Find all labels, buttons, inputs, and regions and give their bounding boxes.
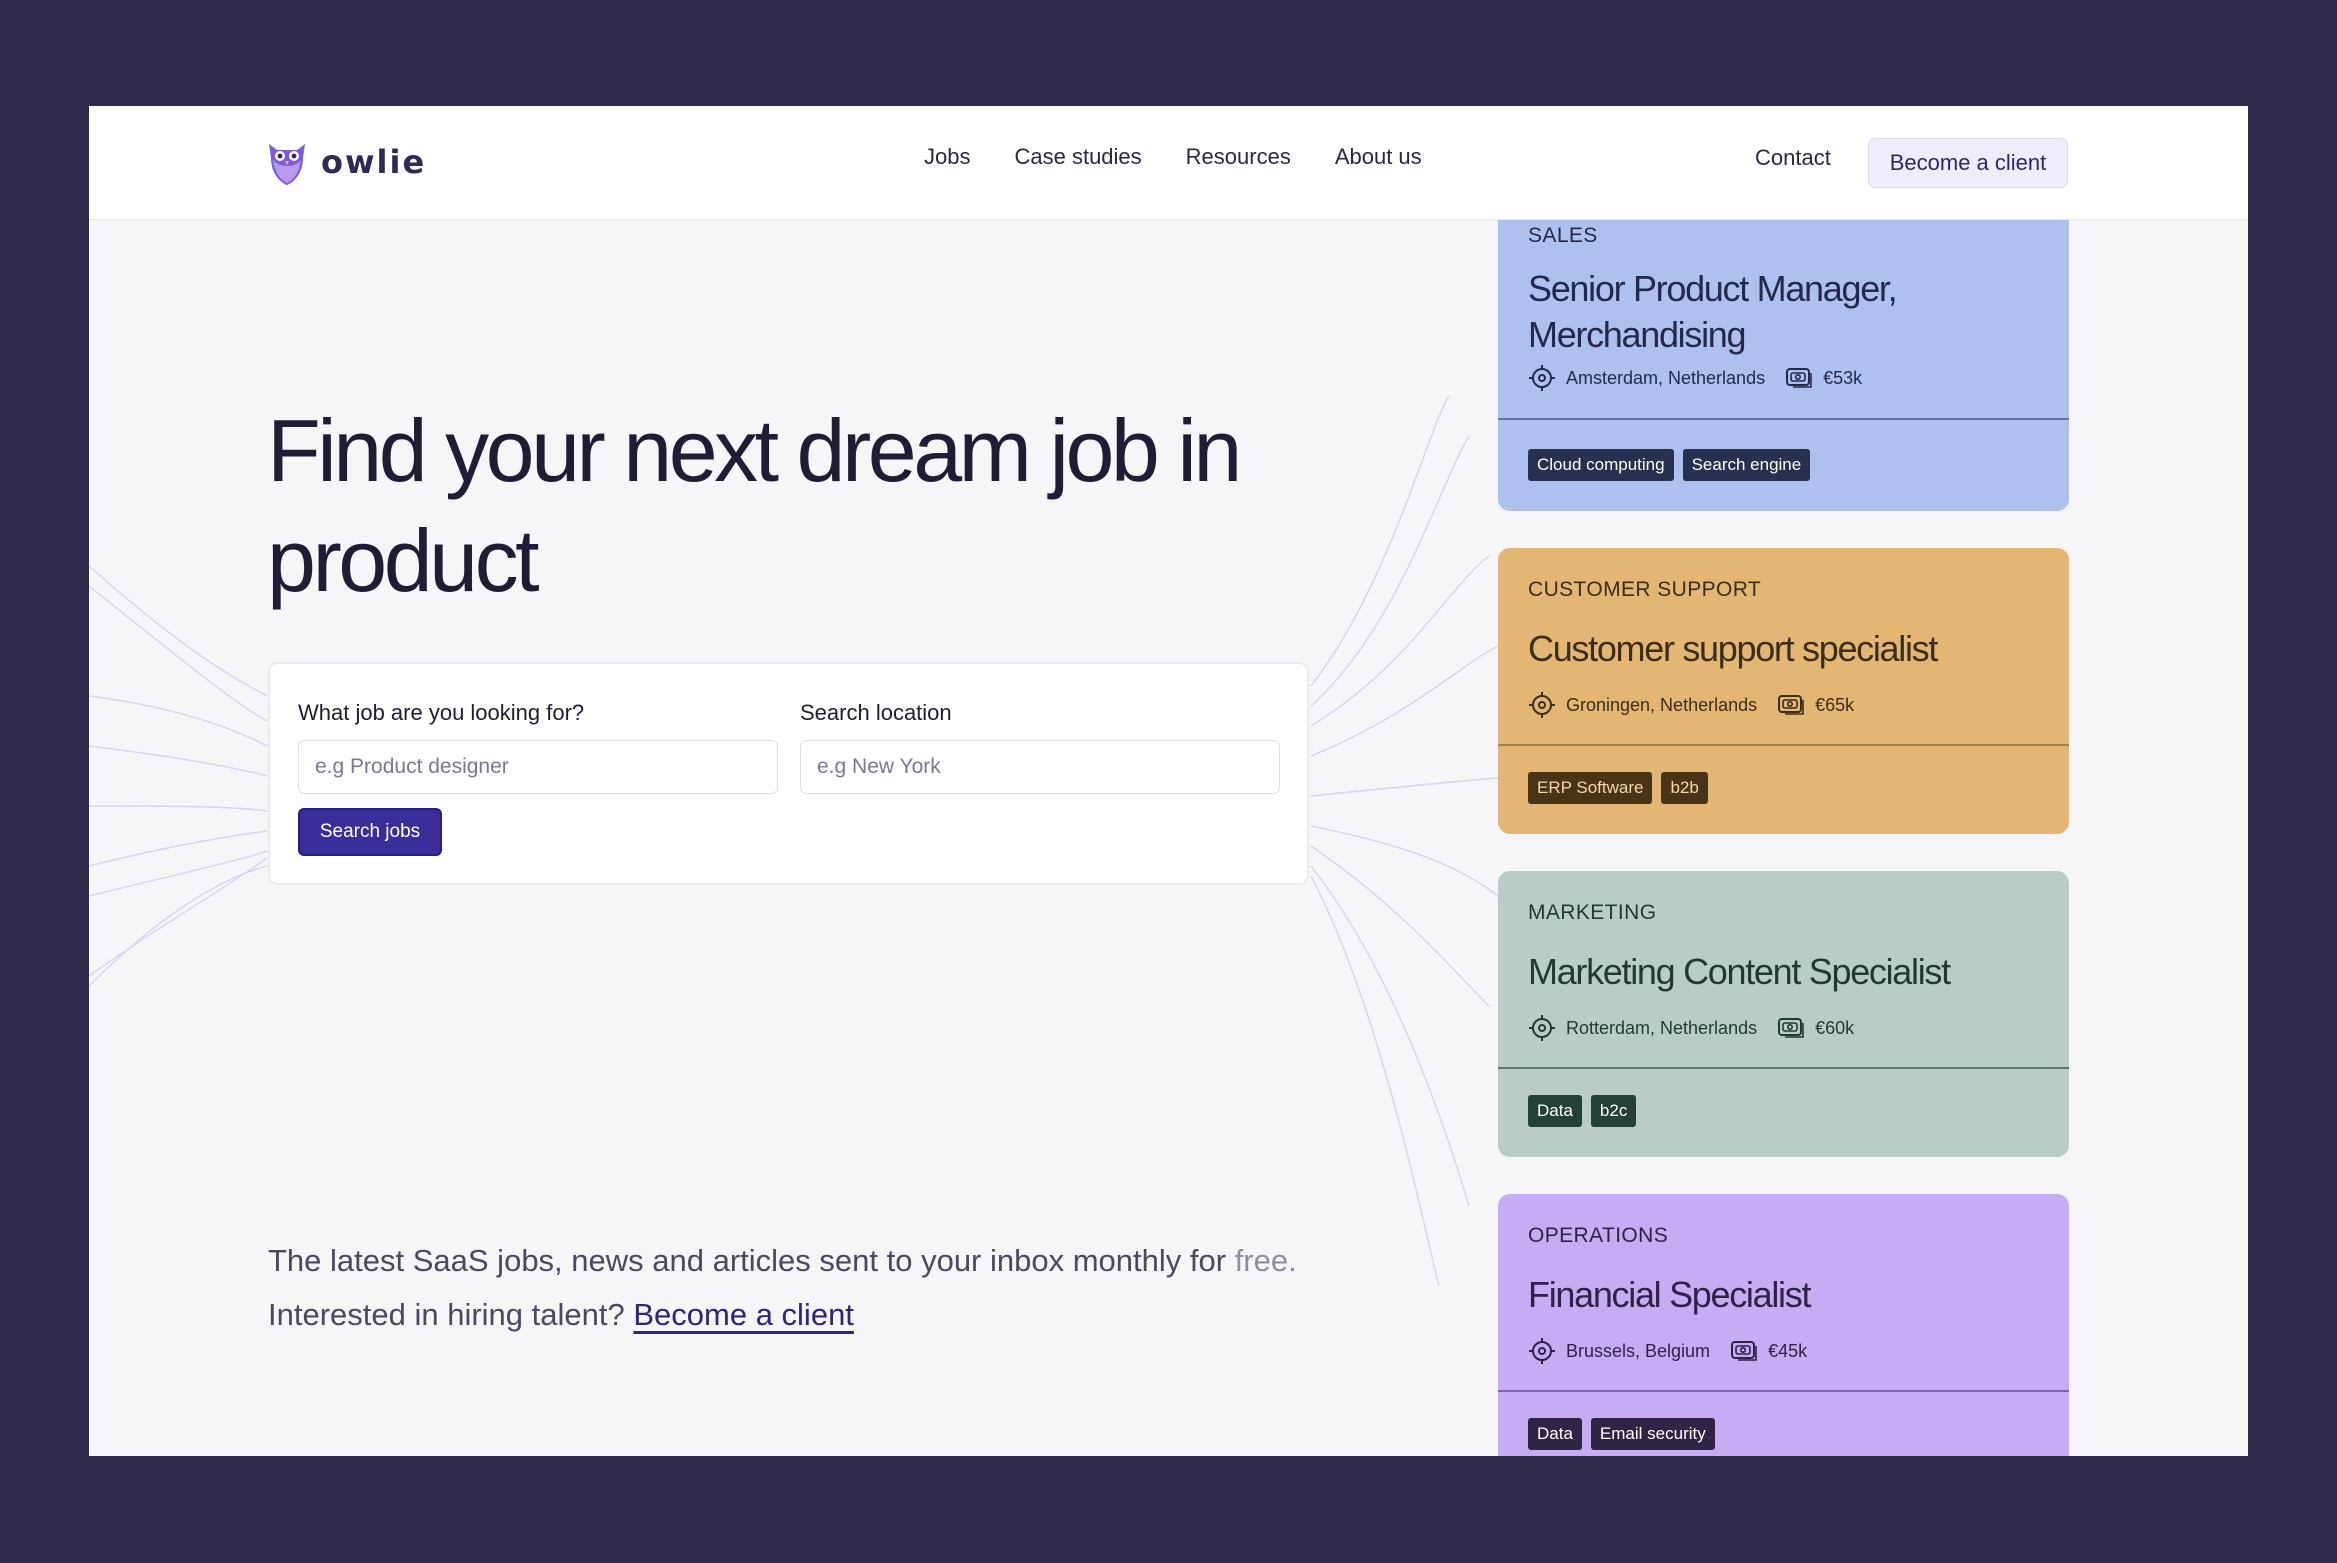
job-category: OPERATIONS — [1528, 1224, 1669, 1247]
job-search-form: What job are you looking for? Search loc… — [268, 662, 1309, 885]
nav-item-about-us[interactable]: About us — [1335, 144, 1422, 170]
job-card-divider — [1498, 1390, 2069, 1392]
job-tags: Cloud computing Search engine — [1528, 449, 1811, 481]
job-card[interactable]: SALES Senior Product Manager, Merchandis… — [1498, 186, 2069, 511]
job-card[interactable]: MARKETING Marketing Content Specialist R… — [1498, 871, 2069, 1157]
banknote-icon — [1786, 368, 1812, 388]
job-query-input[interactable] — [298, 740, 778, 794]
location-input[interactable] — [800, 740, 1280, 794]
job-tag[interactable]: b2b — [1661, 772, 1708, 804]
job-title: Customer support specialist — [1528, 628, 1938, 669]
job-tag[interactable]: Search engine — [1682, 449, 1811, 481]
job-meta: Groningen, Netherlands €65k — [1528, 691, 1854, 719]
job-tag[interactable]: Data — [1528, 1418, 1582, 1450]
search-jobs-button[interactable]: Search jobs — [298, 808, 442, 856]
job-salary: €45k — [1768, 1340, 1808, 1361]
newsletter-free: free. — [1234, 1243, 1297, 1278]
location-target-icon — [1529, 692, 1555, 718]
banknote-icon — [1778, 1018, 1804, 1038]
browser-viewport: owlie Jobs Case studies Resources About … — [89, 106, 2248, 1456]
hero-title-line1: Find your next dream job in — [267, 401, 1242, 500]
job-tag[interactable]: Data — [1528, 1095, 1582, 1127]
job-card[interactable]: CUSTOMER SUPPORT Customer support specia… — [1498, 548, 2069, 834]
main-nav: Jobs Case studies Resources About us — [924, 144, 1422, 170]
job-title: Financial Specialist — [1528, 1274, 1811, 1315]
banknote-icon — [1731, 1341, 1757, 1361]
job-meta: Rotterdam, Netherlands €60k — [1528, 1014, 1854, 1042]
job-card[interactable]: OPERATIONS Financial Specialist Brussels… — [1498, 1194, 2069, 1456]
nav-item-case-studies[interactable]: Case studies — [1014, 144, 1141, 170]
job-salary: €53k — [1823, 367, 1863, 388]
job-tags: ERP Software b2b — [1528, 772, 1708, 804]
brand-name: owlie — [321, 143, 427, 181]
job-location: Amsterdam, Netherlands — [1566, 367, 1766, 388]
brand-logo[interactable]: owlie — [267, 138, 426, 186]
job-location: Groningen, Netherlands — [1566, 694, 1758, 715]
job-category: CUSTOMER SUPPORT — [1528, 578, 1762, 601]
job-meta: Brussels, Belgium €45k — [1528, 1337, 1807, 1365]
job-card-divider — [1498, 744, 2069, 746]
contact-link[interactable]: Contact — [1755, 145, 1831, 171]
job-tag[interactable]: ERP Software — [1528, 772, 1653, 804]
job-tags: Data Email security — [1528, 1418, 1715, 1450]
job-title-line2: Merchandising — [1528, 314, 1747, 355]
job-tag[interactable]: Email security — [1590, 1418, 1715, 1450]
become-client-link[interactable]: Become a client — [633, 1297, 854, 1332]
banknote-icon — [1778, 695, 1804, 715]
job-meta: Amsterdam, Netherlands €53k — [1528, 364, 1862, 392]
location-target-icon — [1529, 1015, 1555, 1041]
job-tag[interactable]: Cloud computing — [1528, 449, 1674, 481]
job-query-label: What job are you looking for? — [298, 700, 585, 725]
location-target-icon — [1529, 365, 1555, 391]
newsletter-text: The latest SaaS jobs, news and articles … — [268, 1243, 1227, 1278]
job-title: Senior Product Manager, Merchandising — [1528, 266, 1898, 358]
newsletter-blurb: The latest SaaS jobs, news and articles … — [268, 1234, 1297, 1342]
become-client-button[interactable]: Become a client — [1868, 138, 2068, 188]
nav-item-jobs[interactable]: Jobs — [924, 144, 970, 170]
job-tags: Data b2c — [1528, 1095, 1637, 1127]
site-header: owlie Jobs Case studies Resources About … — [89, 106, 2248, 220]
job-tag[interactable]: b2c — [1590, 1095, 1637, 1127]
hiring-text: Interested in hiring talent? — [268, 1297, 625, 1332]
location-target-icon — [1529, 1338, 1555, 1364]
location-label: Search location — [800, 700, 952, 725]
hero-title-line2: product — [267, 511, 540, 610]
job-category: MARKETING — [1528, 901, 1657, 924]
owl-logo-icon — [269, 144, 305, 185]
job-category: SALES — [1528, 224, 1598, 247]
job-card-divider — [1498, 1067, 2069, 1069]
job-title-line1: Senior Product Manager, — [1528, 268, 1898, 309]
nav-item-resources[interactable]: Resources — [1186, 144, 1291, 170]
job-card-divider — [1498, 418, 2069, 420]
job-salary: €60k — [1815, 1017, 1855, 1038]
job-location: Rotterdam, Netherlands — [1566, 1017, 1758, 1038]
job-salary: €65k — [1815, 694, 1855, 715]
hero-title: Find your next dream job in product — [267, 396, 1267, 616]
job-location: Brussels, Belgium — [1566, 1340, 1711, 1361]
job-title: Marketing Content Specialist — [1528, 951, 1951, 992]
